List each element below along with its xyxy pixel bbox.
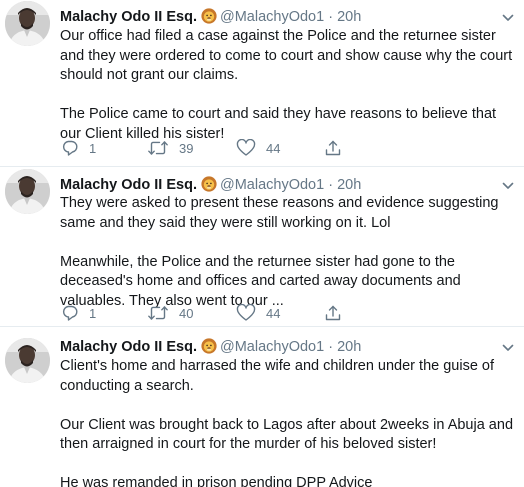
avatar[interactable]	[5, 1, 50, 46]
tweet-card[interactable]: Malachy Odo II Esq. @MalachyOdo1 · 20h Ou…	[0, 0, 524, 167]
tweet-card[interactable]: Malachy Odo II Esq. @MalachyOdo1 · 20h Th…	[0, 167, 524, 327]
tweet-paragraph: Our office had filed a case against the …	[60, 28, 513, 83]
retweet-button[interactable]: 39	[147, 138, 193, 158]
tweet-card[interactable]: Malachy Odo II Esq. @MalachyOdo1 · 20h Cl…	[0, 327, 524, 487]
reply-button[interactable]: 1	[61, 303, 96, 323]
reply-button[interactable]: 1	[61, 138, 96, 158]
timestamp[interactable]: 20h	[337, 9, 361, 25]
action-bar: 1 39 44	[60, 138, 360, 158]
retweet-button[interactable]: 40	[147, 303, 193, 323]
reply-count: 1	[89, 305, 97, 321]
retweet-count: 39	[179, 140, 194, 156]
lion-emoji-icon	[201, 8, 217, 24]
chevron-down-icon[interactable]	[502, 14, 514, 22]
heart-icon	[236, 139, 256, 157]
tweet-header: Malachy Odo II Esq. @MalachyOdo1 · 20h	[60, 7, 361, 27]
retweet-icon	[147, 139, 169, 157]
tweet-text: Client's home and harrased the wife and …	[60, 357, 520, 487]
chevron-down-icon[interactable]	[502, 182, 514, 190]
reply-count: 1	[89, 140, 97, 156]
retweet-icon	[147, 304, 169, 322]
chevron-down-icon[interactable]	[502, 344, 514, 352]
like-button[interactable]: 44	[236, 303, 280, 323]
timestamp[interactable]: 20h	[337, 339, 361, 355]
tweet-paragraph: They were asked to present these reasons…	[60, 195, 499, 231]
like-button[interactable]: 44	[236, 138, 280, 158]
share-button[interactable]	[324, 138, 342, 158]
tweet-paragraph: Our Client was brought back to Lagos aft…	[60, 416, 514, 453]
timestamp[interactable]: 20h	[337, 177, 361, 193]
author-name[interactable]: Malachy Odo II Esq.	[60, 9, 197, 25]
tweet-header: Malachy Odo II Esq. @MalachyOdo1 · 20h	[60, 337, 361, 357]
tweet-text: Our office had filed a case against the …	[60, 27, 520, 144]
share-icon	[324, 139, 342, 157]
avatar[interactable]	[5, 169, 50, 214]
separator-dot: ·	[328, 9, 334, 25]
lion-emoji-icon	[201, 338, 217, 354]
author-handle[interactable]: @MalachyOdo1	[220, 339, 324, 355]
action-bar: 1 40 44	[60, 303, 360, 323]
author-name[interactable]: Malachy Odo II Esq.	[60, 177, 197, 193]
tweet-paragraph: Client's home and harrased the wife and …	[60, 358, 495, 394]
separator-dot: ·	[328, 177, 334, 193]
like-count: 44	[266, 305, 281, 321]
avatar[interactable]	[5, 338, 50, 383]
author-handle[interactable]: @MalachyOdo1	[220, 9, 324, 25]
lion-emoji-icon	[201, 176, 217, 192]
reply-icon	[61, 139, 79, 157]
tweet-text: They were asked to present these reasons…	[60, 194, 520, 311]
author-handle[interactable]: @MalachyOdo1	[220, 177, 324, 193]
tweet-thread: Malachy Odo II Esq. @MalachyOdo1 · 20h Ou…	[0, 0, 524, 487]
heart-icon	[236, 304, 256, 322]
tweet-paragraph: He was remanded in prison pending DPP Ad…	[60, 475, 373, 487]
like-count: 44	[266, 140, 281, 156]
author-name[interactable]: Malachy Odo II Esq.	[60, 339, 197, 355]
separator-dot: ·	[328, 339, 334, 355]
share-icon	[324, 304, 342, 322]
retweet-count: 40	[179, 305, 194, 321]
share-button[interactable]	[324, 303, 342, 323]
reply-icon	[61, 304, 79, 322]
tweet-header: Malachy Odo II Esq. @MalachyOdo1 · 20h	[60, 175, 361, 195]
